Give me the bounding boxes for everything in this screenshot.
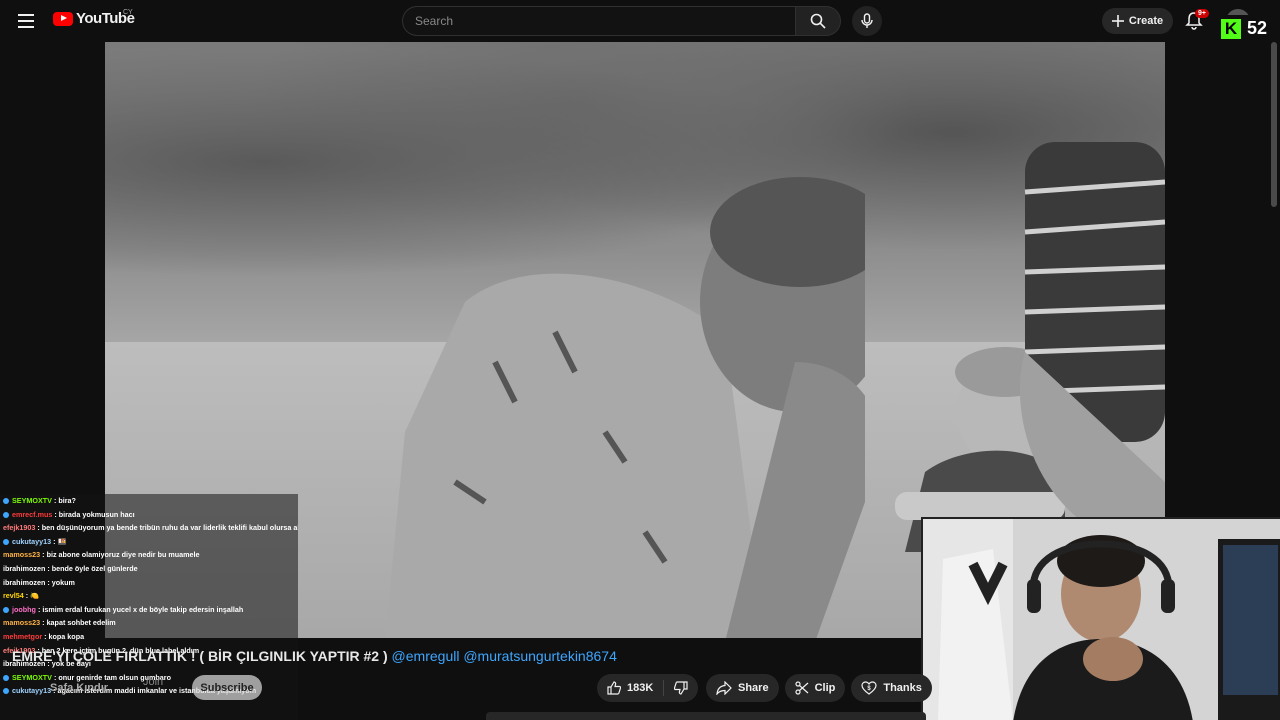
- chat-message: mamoss23: kapat sohbet edelim: [3, 618, 116, 628]
- chat-badge-icon: [3, 538, 9, 545]
- share-label: Share: [738, 682, 769, 694]
- chat-message: cukutayy13: 🍱: [0, 535, 298, 549]
- chat-badge-icon: [3, 511, 9, 518]
- create-button[interactable]: Create: [1102, 8, 1173, 34]
- video-title: EMRE'Yİ ÇÖLE FIRLATTIK ! ( BİR ÇILGINLIK…: [12, 648, 617, 664]
- search-icon: [810, 13, 826, 29]
- chat-message: mehmetgor: kopa kopa: [3, 631, 85, 641]
- thumbs-down-icon: [674, 681, 688, 695]
- plus-icon: [1111, 15, 1124, 27]
- share-button[interactable]: Share: [706, 674, 779, 702]
- video-striped-shirt-figure: [1019, 142, 1165, 562]
- chat-text: 🍋: [30, 591, 40, 601]
- like-button[interactable]: 183K: [597, 674, 663, 702]
- clip-label: Clip: [814, 682, 836, 694]
- chat-badge-icon: [3, 498, 9, 505]
- channel-name[interactable]: Safa Kındır: [50, 682, 108, 694]
- top-bar: YouTube CY Create 9+ K 52: [0, 0, 1280, 42]
- chat-text: ben düşünüyorum ya bende tribün ruhu da …: [41, 523, 298, 533]
- kick-overlay: K 52: [1218, 15, 1280, 42]
- thanks-label: Thanks: [883, 682, 922, 694]
- action-buttons: Share Clip $ Thanks: [706, 674, 932, 702]
- chat-text: kapat sohbet edelim: [46, 618, 116, 628]
- like-dislike-group: 183K: [597, 674, 699, 702]
- chat-message: mamoss23: biz abone olamiyoruz diye nedi…: [3, 550, 200, 560]
- webcam-scene: [923, 519, 1280, 720]
- chat-username[interactable]: ibrahimozen: [3, 564, 45, 573]
- scissors-icon: [794, 681, 808, 695]
- search-button[interactable]: [795, 6, 841, 36]
- chat-message: revl54: 🍋: [3, 591, 40, 601]
- chat-badge-icon: [3, 606, 9, 613]
- youtube-logo[interactable]: YouTube CY: [53, 9, 135, 27]
- thumbs-up-icon: [607, 681, 621, 695]
- page-scrollbar[interactable]: [1270, 42, 1278, 212]
- chat-message: emrecf.mus: birada yokmusun hacı: [0, 508, 298, 522]
- search-input[interactable]: [415, 14, 795, 28]
- video-title-text: EMRE'Yİ ÇÖLE FIRLATTIK ! ( BİR ÇILGINLIK…: [12, 648, 388, 664]
- join-button[interactable]: Join: [143, 676, 163, 688]
- country-code: CY: [123, 9, 133, 16]
- notification-count-badge: 9+: [1195, 9, 1209, 18]
- thanks-button[interactable]: $ Thanks: [851, 674, 932, 702]
- chat-username[interactable]: revl54: [3, 591, 24, 600]
- chat-text: 🍱: [57, 536, 67, 546]
- channel-row: Safa Kındır: [10, 673, 108, 703]
- chat-username[interactable]: SEYMOXTV: [12, 496, 52, 505]
- chat-username[interactable]: emrecf.mus: [12, 510, 52, 519]
- chat-message: ibrahimozen: yokum: [3, 577, 75, 587]
- streamer-webcam-overlay: [921, 517, 1280, 720]
- chat-username[interactable]: ibrahimozen: [3, 578, 45, 587]
- clip-button[interactable]: Clip: [784, 674, 846, 702]
- chat-text: biz abone olamiyoruz diye nedir bu muame…: [46, 550, 200, 560]
- create-label: Create: [1128, 15, 1164, 27]
- video-man-figure: [385, 177, 865, 638]
- chat-username[interactable]: joobhg: [12, 605, 36, 614]
- kick-viewer-count: 52: [1247, 18, 1268, 38]
- mention-link-1[interactable]: @emregull: [392, 648, 460, 664]
- chat-text: bira?: [58, 496, 76, 505]
- chat-message: joobhg: ismim erdal furukan yucel x de b…: [0, 603, 298, 617]
- chat-message: ibrahimozen: bende öyle özel günlerde: [3, 563, 138, 573]
- chat-text: kopa kopa: [48, 631, 85, 641]
- chat-text: ismim erdal furukan yucel x de böyle tak…: [42, 604, 244, 614]
- chat-text: bende öyle özel günlerde: [51, 563, 138, 573]
- chat-message: efejk1903: ben düşünüyorum ya bende trib…: [0, 521, 298, 535]
- chat-badge-icon: [3, 688, 9, 695]
- subscribe-button[interactable]: Subscribe: [192, 675, 262, 700]
- chat-username[interactable]: efejk1903: [3, 523, 35, 532]
- chat-username[interactable]: cukutayy13: [12, 537, 51, 546]
- chat-message: SEYMOXTV: bira?: [0, 494, 298, 508]
- chat-username[interactable]: mehmetgor: [3, 632, 42, 641]
- chat-username[interactable]: mamoss23: [3, 550, 40, 559]
- next-section-edge: [486, 712, 926, 720]
- like-count: 183K: [627, 682, 654, 694]
- chat-username[interactable]: mamoss23: [3, 618, 40, 627]
- menu-icon[interactable]: [14, 9, 38, 33]
- svg-text:$: $: [868, 686, 872, 692]
- kick-logo: K: [1221, 18, 1241, 39]
- chat-text: yokum: [51, 577, 75, 587]
- youtube-play-icon: [53, 11, 73, 26]
- search-box: [402, 6, 795, 36]
- thanks-heart-icon: $: [861, 681, 877, 695]
- microphone-icon: [861, 13, 873, 28]
- chat-badge-icon: [3, 674, 9, 681]
- chat-text: birada yokmusun hacı: [58, 509, 135, 519]
- share-icon: [716, 681, 732, 695]
- voice-search-button[interactable]: [852, 6, 882, 36]
- mention-link-2[interactable]: @muratsungurtekin8674: [463, 648, 617, 664]
- dislike-button[interactable]: [664, 674, 698, 702]
